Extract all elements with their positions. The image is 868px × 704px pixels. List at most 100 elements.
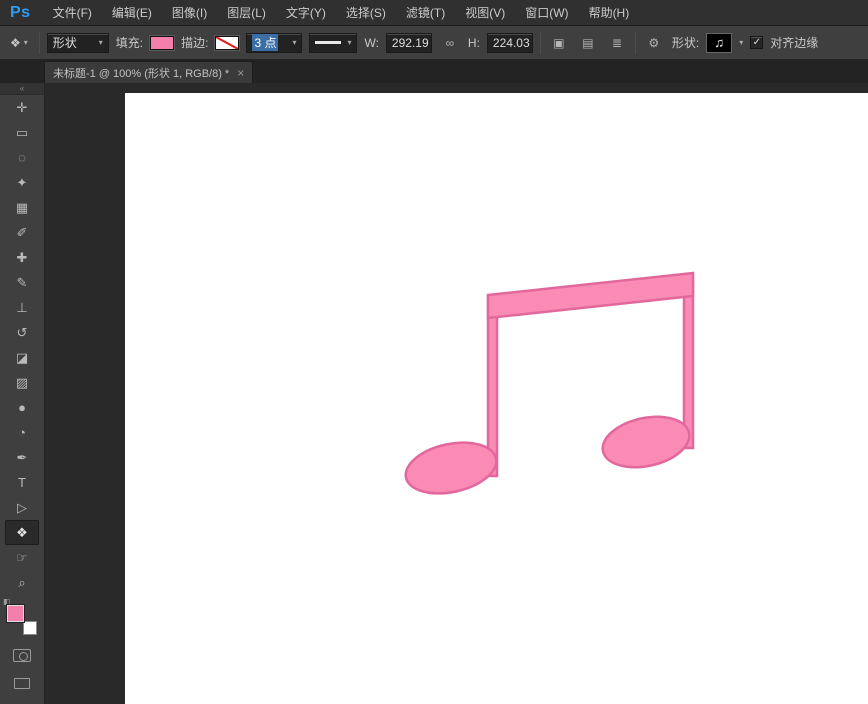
music-note-icon: ♫ <box>714 35 725 50</box>
foreground-background-colors[interactable]: ◧ <box>3 597 37 635</box>
menu-item-layer[interactable]: 图层(L) <box>217 0 276 26</box>
history-brush-icon: ↺ <box>16 324 28 340</box>
photoshop-logo: Ps <box>10 3 31 21</box>
blur-tool[interactable]: ● <box>5 395 39 420</box>
quick-selection-tool[interactable]: ✦ <box>5 170 39 195</box>
quick-mask-button[interactable] <box>13 649 31 662</box>
crop-icon: ▦ <box>15 199 29 215</box>
document-tab-bar: 未标题-1 @ 100% (形状 1, RGB/8) * × <box>0 60 868 83</box>
background-color-swatch[interactable] <box>23 621 37 635</box>
height-input[interactable]: 224.03 <box>486 32 533 53</box>
lasso-tool[interactable]: ◌ <box>5 145 39 170</box>
chevron-down-icon: ▾ <box>292 38 297 47</box>
pen-icon: ✒ <box>16 449 28 465</box>
crop-tool[interactable]: ▦ <box>5 195 39 220</box>
eyedropper-tool[interactable]: ✐ <box>5 220 39 245</box>
gradient-icon: ▨ <box>15 374 29 390</box>
tool-mode-select[interactable]: 形状 ▾ <box>46 32 109 53</box>
note-head-right <box>601 415 691 469</box>
menu-item-select[interactable]: 选择(S) <box>336 0 396 26</box>
align-edges-checkbox[interactable]: ✓ <box>750 36 764 49</box>
link-dimensions-icon[interactable]: ∞ <box>439 33 461 53</box>
custom-shape-icon: ❖ <box>16 524 28 540</box>
lasso-icon: ◌ <box>18 150 26 165</box>
screen-mode-button[interactable] <box>14 678 30 689</box>
path-alignment-button[interactable]: ▤ <box>577 33 599 53</box>
tools-panel: « ✛ ▭ ◌ ✦ ▦ ✐ ✚ ✎ ⊥ ↺ ◪ ▨ ● ◔ ✒ T ▷ ❖ ☞ … <box>0 83 45 704</box>
fill-color-swatch[interactable] <box>149 34 176 51</box>
note-beam <box>486 271 695 320</box>
toolbar-collapse-button[interactable]: « <box>0 83 44 95</box>
note-stem-right <box>682 276 695 450</box>
menu-item-type[interactable]: 文字(Y) <box>276 0 336 26</box>
custom-shape-tool[interactable]: ❖ <box>5 520 39 545</box>
clone-stamp-icon: ⊥ <box>16 299 28 315</box>
path-selection-icon: ▷ <box>17 499 27 515</box>
width-input[interactable]: 292.19 <box>385 32 432 53</box>
eraser-tool[interactable]: ◪ <box>5 345 39 370</box>
type-tool[interactable]: T <box>5 470 39 495</box>
zoom-icon: ⌕ <box>18 574 26 590</box>
stroke-width-value: 3 点 <box>252 34 279 51</box>
stroke-color-swatch[interactable] <box>214 34 241 51</box>
height-value: 224.03 <box>492 35 530 50</box>
document-tab-title: 未标题-1 @ 100% (形状 1, RGB/8) * <box>53 67 230 80</box>
dodge-icon: ◔ <box>18 425 26 440</box>
history-brush-tool[interactable]: ↺ <box>5 320 39 345</box>
tool-preset-picker[interactable]: ❖ ▾ <box>6 34 32 52</box>
divider <box>634 31 636 54</box>
brush-icon: ✎ <box>16 274 28 290</box>
zoom-tool[interactable]: ⌕ <box>5 570 39 595</box>
move-icon: ✛ <box>16 99 28 115</box>
foreground-color-swatch[interactable] <box>6 604 25 623</box>
fill-label: 填充: <box>115 36 144 50</box>
note-head-left <box>404 441 498 495</box>
path-selection-tool[interactable]: ▷ <box>5 495 39 520</box>
menu-item-view[interactable]: 视图(V) <box>455 0 515 26</box>
spot-healing-brush-tool[interactable]: ✚ <box>5 245 39 270</box>
workspace <box>45 83 868 704</box>
chevron-down-icon: ▾ <box>739 38 744 47</box>
divider <box>539 31 541 54</box>
stroke-label: 描边: <box>181 36 209 50</box>
shape-label: 形状: <box>671 36 700 50</box>
document-tab[interactable]: 未标题-1 @ 100% (形状 1, RGB/8) * × <box>44 61 254 83</box>
tool-options-bar: ❖ ▾ 形状 ▾ 填充: 描边: 3 点 ▾ ▾ W: 292.19 ∞ H: … <box>0 26 868 60</box>
brush-tool[interactable]: ✎ <box>5 270 39 295</box>
stroke-style-select[interactable]: ▾ <box>309 32 358 53</box>
width-value: 292.19 <box>391 35 429 50</box>
close-icon[interactable]: × <box>237 66 244 80</box>
tool-mode-value: 形状 <box>52 36 77 50</box>
chevron-down-icon: ▾ <box>98 38 103 47</box>
menu-item-filter[interactable]: 滤镜(T) <box>396 0 455 26</box>
gear-icon[interactable]: ⚙ <box>643 33 665 53</box>
path-arrangement-button[interactable]: ≣ <box>606 33 628 53</box>
solid-line-icon <box>315 41 342 44</box>
eraser-icon: ◪ <box>15 349 29 365</box>
clone-stamp-tool[interactable]: ⊥ <box>5 295 39 320</box>
chevron-down-icon: ▾ <box>347 38 352 47</box>
custom-shape-picker[interactable]: ♫ <box>706 32 733 53</box>
type-icon: T <box>18 475 26 490</box>
align-edges-label: 对齐边缘 <box>770 36 819 50</box>
menu-item-window[interactable]: 窗口(W) <box>515 0 578 26</box>
pen-tool[interactable]: ✒ <box>5 445 39 470</box>
menu-item-edit[interactable]: 编辑(E) <box>102 0 162 26</box>
rectangular-marquee-tool[interactable]: ▭ <box>5 120 39 145</box>
main-content: « ✛ ▭ ◌ ✦ ▦ ✐ ✚ ✎ ⊥ ↺ ◪ ▨ ● ◔ ✒ T ▷ ❖ ☞ … <box>0 83 868 704</box>
divider <box>38 31 40 54</box>
stroke-width-input[interactable]: 3 点 ▾ <box>246 32 303 53</box>
menu-item-image[interactable]: 图像(I) <box>162 0 217 26</box>
gradient-tool[interactable]: ▨ <box>5 370 39 395</box>
menu-item-file[interactable]: 文件(F) <box>43 0 102 26</box>
menu-item-help[interactable]: 帮助(H) <box>579 0 640 26</box>
path-operations-button[interactable]: ▣ <box>548 33 570 53</box>
chevron-down-icon: ▾ <box>23 38 28 47</box>
hand-tool[interactable]: ☞ <box>5 545 39 570</box>
menu-items: 文件(F) 编辑(E) 图像(I) 图层(L) 文字(Y) 选择(S) 滤镜(T… <box>43 0 640 26</box>
canvas[interactable] <box>125 93 868 704</box>
dodge-tool[interactable]: ◔ <box>5 420 39 445</box>
healing-brush-icon: ✚ <box>16 249 28 265</box>
move-tool[interactable]: ✛ <box>5 95 39 120</box>
hand-icon: ☞ <box>16 549 28 565</box>
